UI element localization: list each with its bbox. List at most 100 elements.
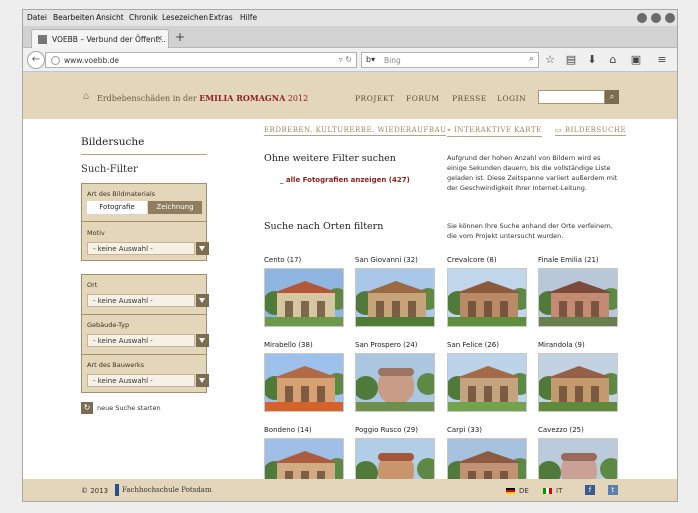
- nav-presse[interactable]: PRESSE: [452, 94, 487, 103]
- facebook-icon[interactable]: f: [585, 485, 595, 495]
- subnav-map-label: INTERAKTIVE KARTE: [454, 126, 542, 134]
- bauwerk-select[interactable]: - keine Auswahl -: [87, 374, 209, 387]
- toggle-zeichnung[interactable]: Zeichnung: [148, 201, 202, 214]
- subnav-imagesearch[interactable]: ▭ BILDERSUCHE: [555, 126, 627, 136]
- browser-search-placeholder: Bing: [384, 56, 401, 65]
- menu-lesezeichen[interactable]: Lesezeichen: [162, 13, 208, 22]
- menu-datei[interactable]: Datei: [27, 13, 47, 22]
- lang-de[interactable]: DE: [519, 487, 529, 495]
- home-icon[interactable]: ⌂: [606, 53, 620, 67]
- menu-hilfe[interactable]: Hilfe: [240, 13, 257, 22]
- place-label[interactable]: San Felice (26): [447, 341, 499, 349]
- site-search-button[interactable]: ⌕: [605, 90, 619, 104]
- place-thumbnail[interactable]: [264, 353, 344, 412]
- minimize-button[interactable]: [637, 13, 647, 23]
- all-photos-link[interactable]: _ alle Fotografien anzeigen (427): [280, 176, 410, 184]
- filter-box-location: Ort - keine Auswahl - Gebäude-Typ - kein…: [81, 274, 209, 393]
- place-label[interactable]: Bondeno (14): [264, 426, 312, 434]
- place-label[interactable]: Mirandola (9): [538, 341, 585, 349]
- url-text: www.voebb.de: [64, 56, 120, 65]
- nav-projekt[interactable]: PROJEKT: [355, 94, 394, 103]
- back-button[interactable]: ←: [27, 51, 45, 69]
- place-label[interactable]: Crevalcore (8): [447, 256, 497, 264]
- search-icon[interactable]: ⌕: [529, 54, 534, 64]
- twitter-icon[interactable]: t: [608, 485, 618, 495]
- place-thumbnail[interactable]: [264, 268, 344, 327]
- places-title: Suche nach Orten filtern: [264, 221, 384, 232]
- institution-link[interactable]: Fachhochschule Potsdam: [115, 484, 212, 496]
- bookmarks-list-icon[interactable]: ▤: [564, 53, 578, 67]
- toggle-fotografie[interactable]: Fotografie: [87, 201, 147, 214]
- place-label[interactable]: Mirabello (38): [264, 341, 313, 349]
- nav-forum[interactable]: FORUM: [406, 94, 440, 103]
- place-label[interactable]: San Prospero (24): [355, 341, 418, 349]
- browser-tab[interactable]: VOEBB – Verbund der Öffent… ✕: [31, 29, 169, 48]
- site-title-region: EMILIA ROMAGNA: [199, 93, 286, 103]
- nofilter-title: Ohne weitere Filter suchen: [264, 153, 396, 164]
- screenshot-icon[interactable]: ▣: [629, 53, 643, 67]
- ort-select[interactable]: - keine Auswahl -: [87, 294, 209, 307]
- subnav-tagline[interactable]: ERDBEBEN. KULTURERBE. WIEDERAUFBAU: [264, 126, 447, 136]
- menu-ansicht[interactable]: Ansicht: [96, 13, 124, 22]
- gebaeude-label: Gebäude-Typ: [87, 321, 130, 329]
- menu-chronik[interactable]: Chronik: [129, 13, 158, 22]
- place-thumbnail[interactable]: [538, 268, 618, 327]
- ort-value: - keine Auswahl -: [93, 297, 153, 305]
- chevron-down-icon[interactable]: [196, 242, 209, 255]
- place-label[interactable]: Poggio Rusco (29): [355, 426, 418, 434]
- url-bar[interactable]: www.voebb.de ▿ ↻: [45, 52, 357, 68]
- globe-icon: [51, 56, 60, 65]
- place-thumbnail[interactable]: [447, 268, 527, 327]
- motiv-select[interactable]: - keine Auswahl -: [87, 242, 209, 255]
- home-site-icon[interactable]: ⌂: [83, 91, 89, 102]
- material-label: Art des Bildmaterials: [87, 190, 156, 198]
- place-thumbnail[interactable]: [355, 268, 435, 327]
- chevron-down-icon[interactable]: [196, 374, 209, 387]
- favicon-icon: [38, 35, 47, 44]
- site-title[interactable]: Erdbebenschäden in der EMILIA ROMAGNA 20…: [97, 93, 308, 103]
- menu-bearbeiten[interactable]: Bearbeiten: [53, 13, 94, 22]
- bauwerk-value: - keine Auswahl -: [93, 377, 153, 385]
- refresh-icon: ↻: [81, 402, 93, 414]
- bookmark-star-icon[interactable]: ☆: [543, 53, 557, 67]
- flag-it-icon[interactable]: [543, 488, 552, 494]
- new-tab-button[interactable]: +: [175, 30, 185, 44]
- gebaeude-select[interactable]: - keine Auswahl -: [87, 334, 209, 347]
- gebaeude-value: - keine Auswahl -: [93, 337, 153, 345]
- place-label[interactable]: Carpi (33): [447, 426, 482, 434]
- browser-window: Datei Bearbeiten Ansicht Chronik Lesezei…: [22, 9, 678, 502]
- tab-bar: VOEBB – Verbund der Öffent… ✕ +: [23, 26, 677, 48]
- close-tab-icon[interactable]: ✕: [156, 34, 163, 43]
- maximize-button[interactable]: [651, 13, 661, 23]
- filter-title: Such-Filter: [81, 164, 138, 175]
- place-thumbnail[interactable]: [355, 353, 435, 412]
- new-search-button[interactable]: ↻ neue Suche starten: [81, 402, 161, 414]
- browser-search-input[interactable]: b▾ Bing ⌕: [361, 52, 539, 68]
- nav-login[interactable]: LOGIN: [497, 94, 526, 103]
- place-label[interactable]: Cavezzo (25): [538, 426, 584, 434]
- place-thumbnail[interactable]: [538, 353, 618, 412]
- search-engine-icon[interactable]: b▾: [366, 55, 375, 64]
- copyright: © 2013: [81, 487, 109, 495]
- chevron-down-icon[interactable]: [196, 294, 209, 307]
- chevron-down-icon[interactable]: [196, 334, 209, 347]
- reload-icon[interactable]: ▿ ↻: [339, 55, 352, 64]
- site-title-year: 2012: [287, 94, 309, 103]
- menu-bar: Datei Bearbeiten Ansicht Chronik Lesezei…: [23, 10, 677, 26]
- place-label[interactable]: San Giovanni (32): [355, 256, 418, 264]
- motiv-label: Motiv: [87, 229, 105, 237]
- flag-de-icon[interactable]: [506, 488, 515, 494]
- hamburger-menu-icon[interactable]: ≡: [655, 53, 669, 67]
- subnav-map[interactable]: ⌖ INTERAKTIVE KARTE: [447, 126, 542, 137]
- filter-box-primary: Art des Bildmaterials Fotografie Zeichnu…: [81, 183, 209, 261]
- close-window-button[interactable]: [665, 13, 675, 23]
- new-search-label: neue Suche starten: [97, 404, 161, 412]
- place-label[interactable]: Cento (17): [264, 256, 301, 264]
- site-header: ⌂ Erdbebenschäden in der EMILIA ROMAGNA …: [23, 73, 677, 119]
- place-thumbnail[interactable]: [447, 353, 527, 412]
- menu-extras[interactable]: Extras: [209, 13, 233, 22]
- site-search-input[interactable]: [538, 90, 605, 104]
- place-label[interactable]: Finale Emilia (21): [538, 256, 599, 264]
- lang-it[interactable]: IT: [556, 487, 562, 495]
- download-icon[interactable]: ⬇: [585, 53, 599, 67]
